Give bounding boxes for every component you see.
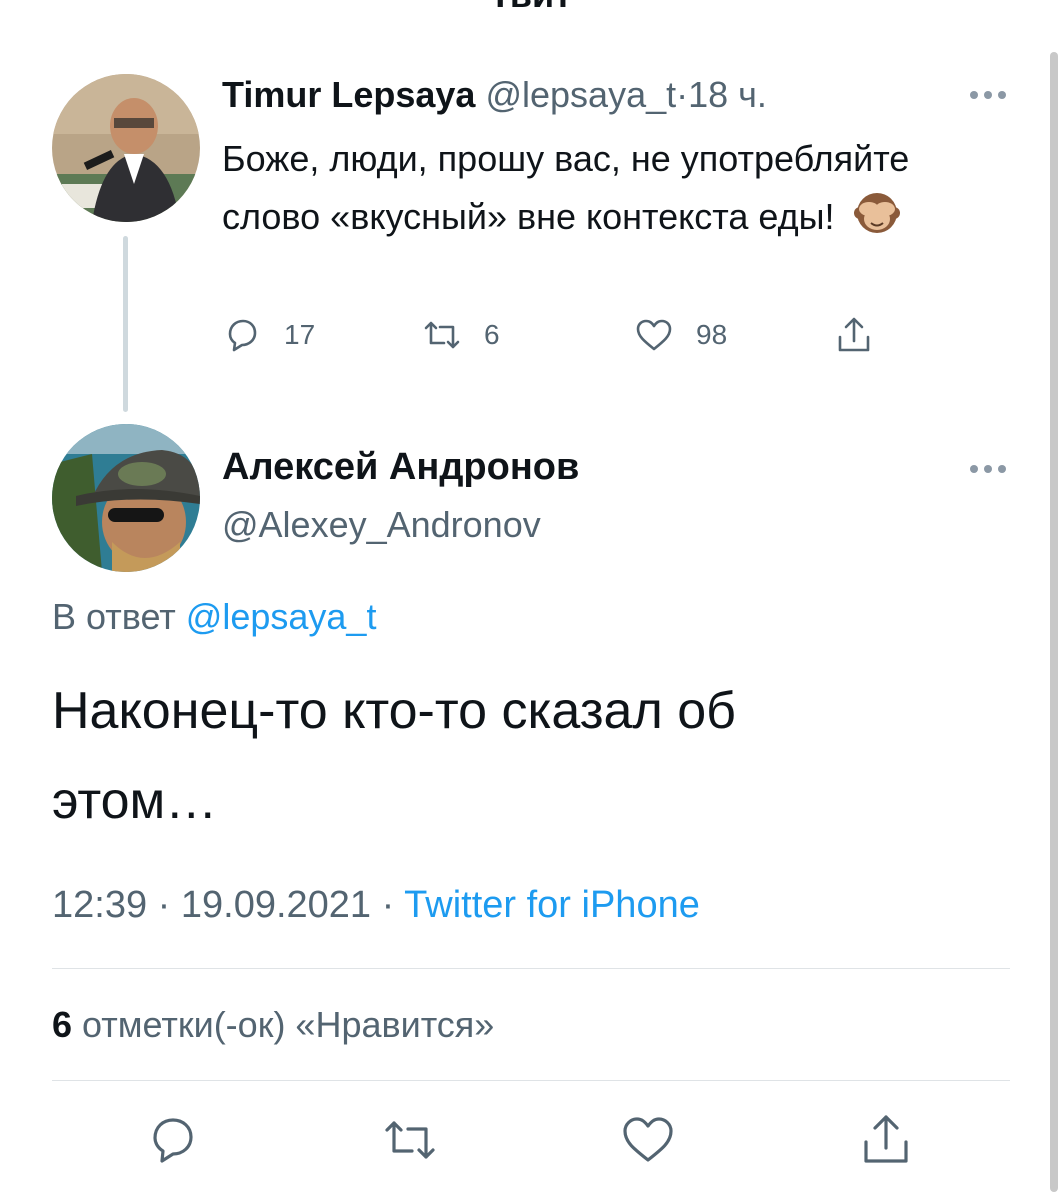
reply-action[interactable]: 17 [222,310,315,360]
share-icon [864,1115,908,1163]
likes-summary[interactable]: 6 отметки(-ок) «Нравится» [52,1004,494,1046]
tweet-time[interactable]: 18 ч. [688,74,767,115]
divider [52,968,1010,969]
heart-icon [636,319,672,351]
author-handle[interactable]: @Alexey_Andronov [222,504,541,546]
share-icon [838,317,870,352]
see-no-evil-monkey-icon [853,193,900,233]
like-button[interactable] [620,1112,676,1168]
retweet-count: 6 [484,319,500,350]
tweet2-actions [0,1112,1061,1172]
tweet2-text: Наконец-то кто-то сказал об этом… [52,666,952,846]
retweet-icon [424,321,460,349]
more-options-icon[interactable] [968,462,1008,476]
author-name[interactable]: Алексей Андронов [222,446,579,489]
tweet-body: Боже, люди, прошу вас, не употребляйте с… [222,138,910,237]
scrollbar[interactable] [1050,52,1058,1192]
separator: · [381,884,395,926]
tweet-date: 19.09.2021 [180,884,372,926]
like-count: 98 [696,319,728,350]
avatar-image [52,424,200,572]
tweet1-text: Боже, люди, прошу вас, не употребляйте с… [222,130,962,246]
avatar-timur[interactable] [52,74,200,222]
divider [52,1080,1010,1081]
retweet-button[interactable] [382,1112,438,1168]
reply-icon [153,1118,193,1163]
reply-handle-link[interactable]: @lepsaya_t [186,596,377,637]
nav-title: Твит [0,0,1061,16]
likes-count: 6 [52,1004,73,1045]
reply-button[interactable] [145,1112,201,1168]
tweet-body-line: этом… [52,772,218,830]
share-button[interactable] [858,1112,914,1168]
tweet-meta: 12:39 · 19.09.2021 · Twitter for iPhone [52,884,700,927]
like-action[interactable]: 98 [634,310,727,360]
avatar-alexey[interactable] [52,424,200,572]
reply-context: В ответ @lepsaya_t [52,596,376,638]
likes-label: отметки(-ок) «Нравится» [82,1004,495,1045]
retweet-icon [385,1121,435,1159]
retweet-action[interactable]: 6 [422,310,500,360]
separator: · [676,74,689,115]
more-options-icon[interactable] [968,88,1008,102]
thread-connector [123,236,128,412]
tweet-time: 12:39 [52,884,148,926]
tweet1-actions: 17 6 98 [222,310,902,360]
author-name[interactable]: Timur Lepsaya [222,74,475,115]
tweet-detail-screen: Твит Timur Lepsaya @lepsaya_t·18 ч. Боже… [0,0,1061,1200]
author-handle[interactable]: @lepsaya_t [485,74,676,115]
heart-icon [623,1117,673,1162]
share-action[interactable] [834,310,896,360]
tweet1-header: Timur Lepsaya @lepsaya_t·18 ч. [222,74,767,116]
tweet-body-line: Наконец-то кто-то сказал об [52,682,736,740]
reply-prefix: В ответ [52,596,176,637]
tweet-source-link[interactable]: Twitter for iPhone [404,884,700,926]
reply-icon [228,319,257,352]
avatar-image [52,74,200,222]
separator: · [157,884,171,926]
reply-count: 17 [284,319,316,350]
